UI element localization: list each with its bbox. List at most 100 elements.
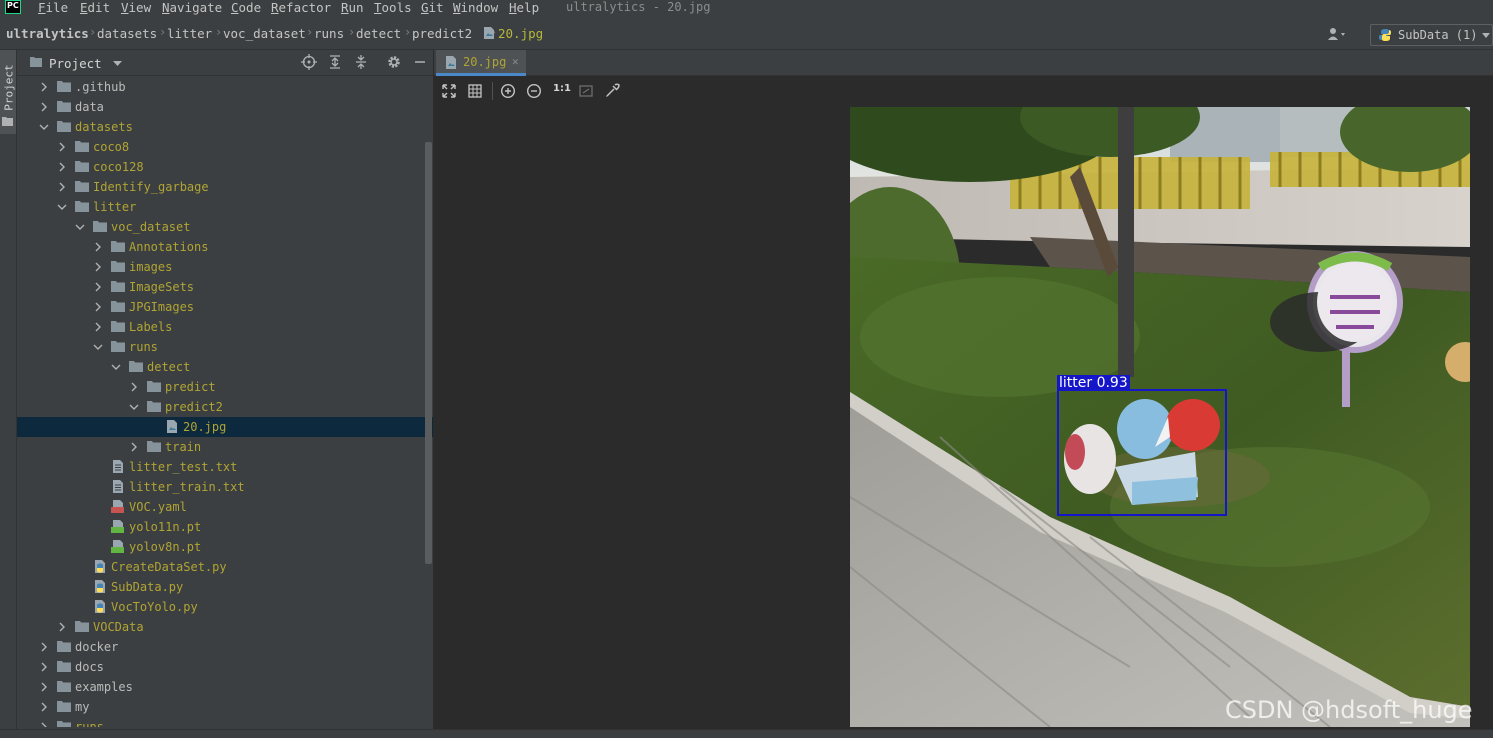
zoom-out-icon[interactable]	[526, 83, 542, 99]
tree-folder-row[interactable]: runs	[17, 337, 433, 357]
chevron-right-icon[interactable]	[57, 160, 67, 174]
expand-all-icon[interactable]	[327, 54, 343, 70]
folder-icon	[129, 361, 143, 372]
tree-folder-row[interactable]: examples	[17, 677, 433, 697]
tree-folder-row[interactable]: VOCData	[17, 617, 433, 637]
tree-folder-row[interactable]: predict	[17, 377, 433, 397]
tree-folder-row[interactable]: Identify_garbage	[17, 177, 433, 197]
chevron-right-icon[interactable]	[93, 300, 103, 314]
tree-item-label: SubData.py	[111, 580, 184, 594]
tree-folder-row[interactable]: my	[17, 697, 433, 717]
chevron-right-icon[interactable]	[93, 260, 103, 274]
chevron-down-icon[interactable]	[75, 220, 85, 234]
chevron-right-icon[interactable]	[129, 440, 139, 454]
tree-folder-row[interactable]: runs	[17, 717, 433, 727]
tree-folder-row[interactable]: litter	[17, 197, 433, 217]
tree-folder-row[interactable]: docs	[17, 657, 433, 677]
tree-file-row[interactable]: 20.jpg	[17, 417, 433, 437]
tree-folder-row[interactable]: ImageSets	[17, 277, 433, 297]
project-tool-window-tab[interactable]: Project	[0, 50, 16, 134]
menu-git[interactable]: Git	[421, 0, 444, 16]
tree-folder-row[interactable]: predict2	[17, 397, 433, 417]
breadcrumb-item[interactable]: detect	[356, 26, 401, 41]
collapse-all-icon[interactable]	[353, 54, 369, 70]
zoom-in-icon[interactable]	[500, 83, 516, 99]
menu-view[interactable]: View	[121, 0, 151, 16]
menu-help[interactable]: Help	[509, 0, 539, 16]
menu-file[interactable]: File	[38, 0, 68, 16]
chevron-right-icon[interactable]	[39, 80, 49, 94]
color-picker-icon[interactable]	[604, 83, 620, 99]
tree-file-row[interactable]: litter_train.txt	[17, 477, 433, 497]
gear-icon[interactable]	[386, 54, 402, 70]
breadcrumb-item[interactable]: datasets	[97, 26, 157, 41]
tree-folder-row[interactable]: .github	[17, 77, 433, 97]
chevron-right-icon[interactable]	[93, 320, 103, 334]
tree-folder-row[interactable]: coco8	[17, 137, 433, 157]
tree-folder-row[interactable]: data	[17, 97, 433, 117]
tree-folder-row[interactable]: JPGImages	[17, 297, 433, 317]
chevron-right-icon[interactable]	[129, 380, 139, 394]
tree-folder-row[interactable]: train	[17, 437, 433, 457]
tree-folder-row[interactable]: images	[17, 257, 433, 277]
tree-file-row[interactable]: litter_test.txt	[17, 457, 433, 477]
chevron-right-icon[interactable]	[39, 100, 49, 114]
chevron-right-icon[interactable]	[39, 720, 49, 727]
menu-code[interactable]: Code	[231, 0, 261, 16]
breadcrumb-item[interactable]: ultralytics	[6, 26, 89, 41]
menu-tools[interactable]: Tools	[374, 0, 412, 16]
fit-to-window-icon[interactable]	[441, 83, 457, 99]
actual-size-button[interactable]: 1:1	[553, 83, 571, 94]
chevron-down-icon[interactable]	[39, 120, 49, 134]
chevron-right-icon[interactable]	[39, 640, 49, 654]
close-icon[interactable]: ✕	[512, 55, 519, 68]
breadcrumb-separator: ›	[89, 25, 97, 39]
chevron-down-icon[interactable]	[57, 200, 67, 214]
tree-file-row[interactable]: VOC.yaml	[17, 497, 433, 517]
breadcrumb-item[interactable]: predict2	[412, 26, 472, 41]
locate-icon[interactable]	[301, 54, 317, 70]
menu-navigate[interactable]: Navigate	[162, 0, 222, 16]
tree-file-row[interactable]: yolo11n.pt	[17, 517, 433, 537]
chevron-right-icon[interactable]	[57, 620, 67, 634]
tree-file-row[interactable]: VocToYolo.py	[17, 597, 433, 617]
tree-folder-row[interactable]: detect	[17, 357, 433, 377]
chevron-right-icon[interactable]	[39, 680, 49, 694]
breadcrumb-item[interactable]: voc_dataset	[223, 26, 306, 41]
chevron-down-icon[interactable]	[129, 400, 139, 414]
chevron-down-icon[interactable]	[93, 340, 103, 354]
account-icon[interactable]	[1327, 27, 1347, 41]
chevron-right-icon[interactable]	[39, 700, 49, 714]
tree-folder-row[interactable]: voc_dataset	[17, 217, 433, 237]
breadcrumb-item[interactable]: litter	[167, 26, 212, 41]
menu-refactor[interactable]: Refactor	[271, 0, 331, 16]
chevron-right-icon[interactable]	[57, 180, 67, 194]
chevron-down-icon[interactable]	[113, 61, 122, 66]
breadcrumb-item[interactable]: runs	[314, 26, 344, 41]
chevron-right-icon[interactable]	[57, 140, 67, 154]
menu-run[interactable]: Run	[341, 0, 364, 16]
chevron-right-icon[interactable]	[93, 240, 103, 254]
tree-file-row[interactable]: yolov8n.pt	[17, 537, 433, 557]
menu-edit[interactable]: Edit	[80, 0, 110, 16]
tree-folder-row[interactable]: coco128	[17, 157, 433, 177]
fit-zoom-icon[interactable]	[578, 83, 594, 99]
run-configuration-selector[interactable]: SubData (1)	[1370, 24, 1493, 46]
tree-folder-row[interactable]: docker	[17, 637, 433, 657]
project-tree-scrollbar[interactable]	[425, 142, 432, 564]
tree-item-label: docker	[75, 640, 119, 654]
tab-20-jpg[interactable]: 20.jpg ✕	[436, 50, 526, 76]
menu-window[interactable]: Window	[453, 0, 498, 16]
breadcrumb-item[interactable]: 20.jpg	[498, 26, 543, 41]
chevron-down-icon[interactable]	[111, 360, 121, 374]
tree-folder-row[interactable]: datasets	[17, 117, 433, 137]
tree-folder-row[interactable]: Labels	[17, 317, 433, 337]
hide-panel-icon[interactable]	[412, 54, 428, 70]
chevron-right-icon[interactable]	[93, 280, 103, 294]
tree-folder-row[interactable]: Annotations	[17, 237, 433, 257]
grid-icon[interactable]	[467, 83, 483, 99]
tree-file-row[interactable]: CreateDataSet.py	[17, 557, 433, 577]
chevron-right-icon[interactable]	[39, 660, 49, 674]
tree-file-row[interactable]: SubData.py	[17, 577, 433, 597]
project-view-title[interactable]: Project	[49, 56, 102, 71]
